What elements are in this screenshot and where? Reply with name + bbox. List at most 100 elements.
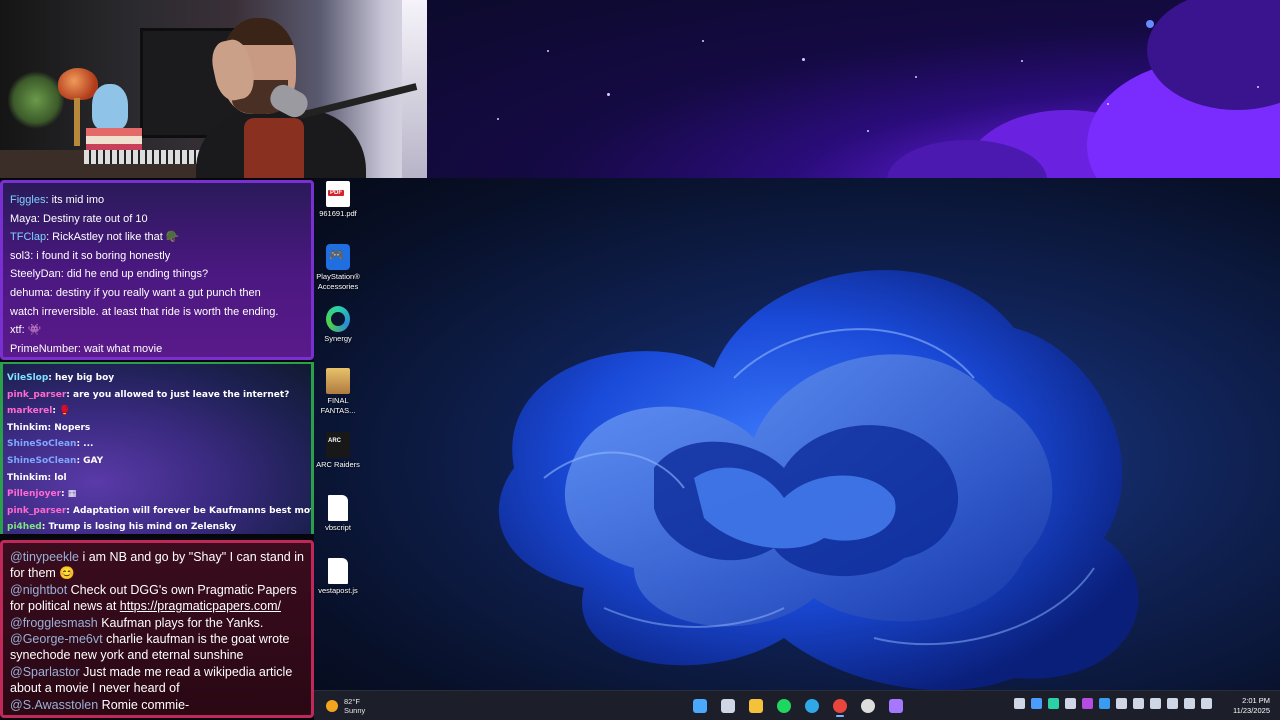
tray-icon[interactable] [1201, 698, 1212, 709]
chat-overlay-top: Figgles: its mid imo Maya: Destiny rate o… [0, 180, 314, 360]
tray-icon[interactable] [1082, 698, 1093, 709]
tray-icon[interactable] [1099, 698, 1110, 709]
spotify-app[interactable] [772, 695, 796, 717]
chat-username[interactable]: @S.Awasstolen [10, 698, 98, 712]
chat-username[interactable]: PrimeNumber [10, 343, 78, 355]
books [86, 128, 142, 152]
chat-text: : Nopers [47, 422, 91, 433]
chat-username[interactable]: Thinkim [7, 473, 48, 483]
blank-file-icon [328, 558, 348, 584]
chat-message: @frogglesmash Kaufman plays for the Yank… [10, 615, 305, 631]
windows-bloom-wallpaper [498, 270, 1139, 690]
weather-widget[interactable]: 82°F Sunny [326, 696, 365, 716]
chat-link[interactable]: https://pragmaticpapers.com/ [120, 599, 281, 613]
chat-message: @George-me6vt charlie kaufman is the goa… [10, 631, 305, 664]
desktop-icon-synergy[interactable]: Synergy [314, 306, 366, 344]
webcam-feed [0, 0, 427, 178]
sun-icon [326, 700, 338, 712]
tray-icon[interactable] [1133, 698, 1144, 709]
chat-username[interactable]: @George-me6vt [10, 632, 103, 646]
chat-username[interactable]: SteelyDan [10, 268, 61, 280]
chat-text: : Adaptation will forever be Kaufmanns b… [66, 505, 314, 516]
tray-icon[interactable] [1184, 698, 1195, 709]
chat-text: : lol [47, 472, 67, 483]
chat-message: TFClap: RickAstley not like that 🪖 [3, 228, 311, 247]
chat-text: : ▦ [61, 489, 77, 500]
chat-message: VileSlop: hey big boy [3, 370, 311, 387]
chat-username[interactable]: @Sparlastor [10, 665, 80, 679]
desktop-icon-arc-raiders[interactable]: ARC Raiders [314, 432, 366, 470]
task-view-button[interactable] [716, 695, 740, 717]
chat-message: @S.Awasstolen Romie commie- [10, 697, 305, 713]
chat-username[interactable]: pi4hed [7, 522, 42, 532]
chat-username[interactable]: Figgles [10, 194, 45, 206]
chat-message: @Sparlastor Just made me read a wikipedi… [10, 664, 305, 697]
tray-icon[interactable] [1031, 698, 1042, 709]
edge-app[interactable] [800, 695, 824, 717]
ai-app[interactable] [884, 695, 908, 717]
figurine [92, 84, 128, 130]
system-tray [1014, 698, 1212, 709]
desktop[interactable]: 961691.pdf PlayStation® Accessories Syne… [314, 178, 1280, 690]
file-explorer-icon [749, 699, 763, 713]
mic-arm [299, 83, 418, 119]
chat-username[interactable]: sol3 [10, 250, 30, 262]
chat-message: Thinkim: Nopers [3, 420, 311, 437]
chat-username[interactable]: @nightbot [10, 583, 67, 597]
chat-message: SteelyDan: did he end up ending things? [3, 265, 311, 284]
chat-username[interactable]: Thinkim [7, 423, 48, 433]
blank-file-icon [328, 495, 348, 521]
chat-message-list: Figgles: its mid imo Maya: Destiny rate o… [3, 183, 311, 357]
chat-username[interactable]: @tinypeekle [10, 550, 79, 564]
chat-username[interactable]: Maya [10, 213, 37, 225]
chat-username[interactable]: dehuma [10, 287, 50, 299]
chat-username[interactable]: @frogglesmash [10, 616, 98, 630]
tray-icon[interactable] [1116, 698, 1127, 709]
chat-message: ShineSoClean: ... [3, 436, 311, 453]
chat-message: sol3: i found it so boring honestly [3, 247, 311, 266]
chat-username[interactable]: markerel [7, 406, 52, 416]
chat-text: : destiny if you really want a gut punch… [49, 286, 261, 299]
clock[interactable]: 2:01 PM 11/23/2025 [1233, 696, 1270, 716]
clock-date: 11/23/2025 [1233, 706, 1270, 715]
chat-username[interactable]: TFClap [10, 231, 46, 243]
weather-temp: 82°F [344, 697, 360, 706]
chat-username[interactable]: pink_parser [7, 390, 66, 400]
chat-username[interactable]: VileSlop [7, 373, 48, 383]
tray-icon[interactable] [1048, 698, 1059, 709]
chat-username[interactable]: xtf [10, 324, 22, 336]
file-explorer-app[interactable] [744, 695, 768, 717]
chat-text: : Trump is losing his mind on Zelensky [41, 522, 237, 533]
chat-message: pink_parser: Adaptation will forever be … [3, 503, 311, 520]
tray-icon[interactable] [1014, 698, 1025, 709]
taskbar-apps [688, 695, 908, 717]
desktop-icon-vestapost[interactable]: vestapost.js [314, 558, 366, 596]
chat-text: : ... [76, 439, 94, 450]
chat-message: pi4hed: Trump is losing his mind on Zele… [3, 519, 311, 534]
tray-icon[interactable] [1150, 698, 1161, 709]
chrome-icon [833, 699, 847, 713]
desktop-icon-vbscript[interactable]: vbscript [314, 495, 366, 533]
tray-icon[interactable] [1167, 698, 1178, 709]
chat-username[interactable]: Pillenjoyer [7, 489, 61, 499]
obs-app[interactable] [856, 695, 880, 717]
desktop-icon-playstation-accessories[interactable]: PlayStation® Accessories [314, 244, 366, 292]
final-fantasy-icon [326, 368, 350, 394]
chat-message: pink_parser: are you allowed to just lea… [3, 387, 311, 404]
chat-username[interactable]: ShineSoClean [7, 439, 76, 449]
chat-username[interactable]: ShineSoClean [7, 456, 76, 466]
edge-icon [805, 699, 819, 713]
desktop-icon-pdf[interactable]: 961691.pdf [314, 181, 366, 219]
chat-text: : did he end up ending things? [60, 268, 209, 281]
chat-text: : 👾 [21, 324, 42, 337]
chat-message: markerel: 🥊 [3, 403, 311, 420]
streamer-shirt [244, 118, 304, 178]
chrome-app[interactable] [828, 695, 852, 717]
start-button[interactable] [688, 695, 712, 717]
tray-icon[interactable] [1065, 698, 1076, 709]
chat-username[interactable]: pink_parser [7, 506, 66, 516]
weather-condition: Sunny [344, 706, 366, 715]
chat-text: : RickAstley not like that 🪖 [46, 231, 180, 244]
desktop-icon-final-fantasy[interactable]: FINAL FANTAS... [314, 368, 366, 416]
chat-text: : i found it so boring honestly [30, 249, 171, 262]
